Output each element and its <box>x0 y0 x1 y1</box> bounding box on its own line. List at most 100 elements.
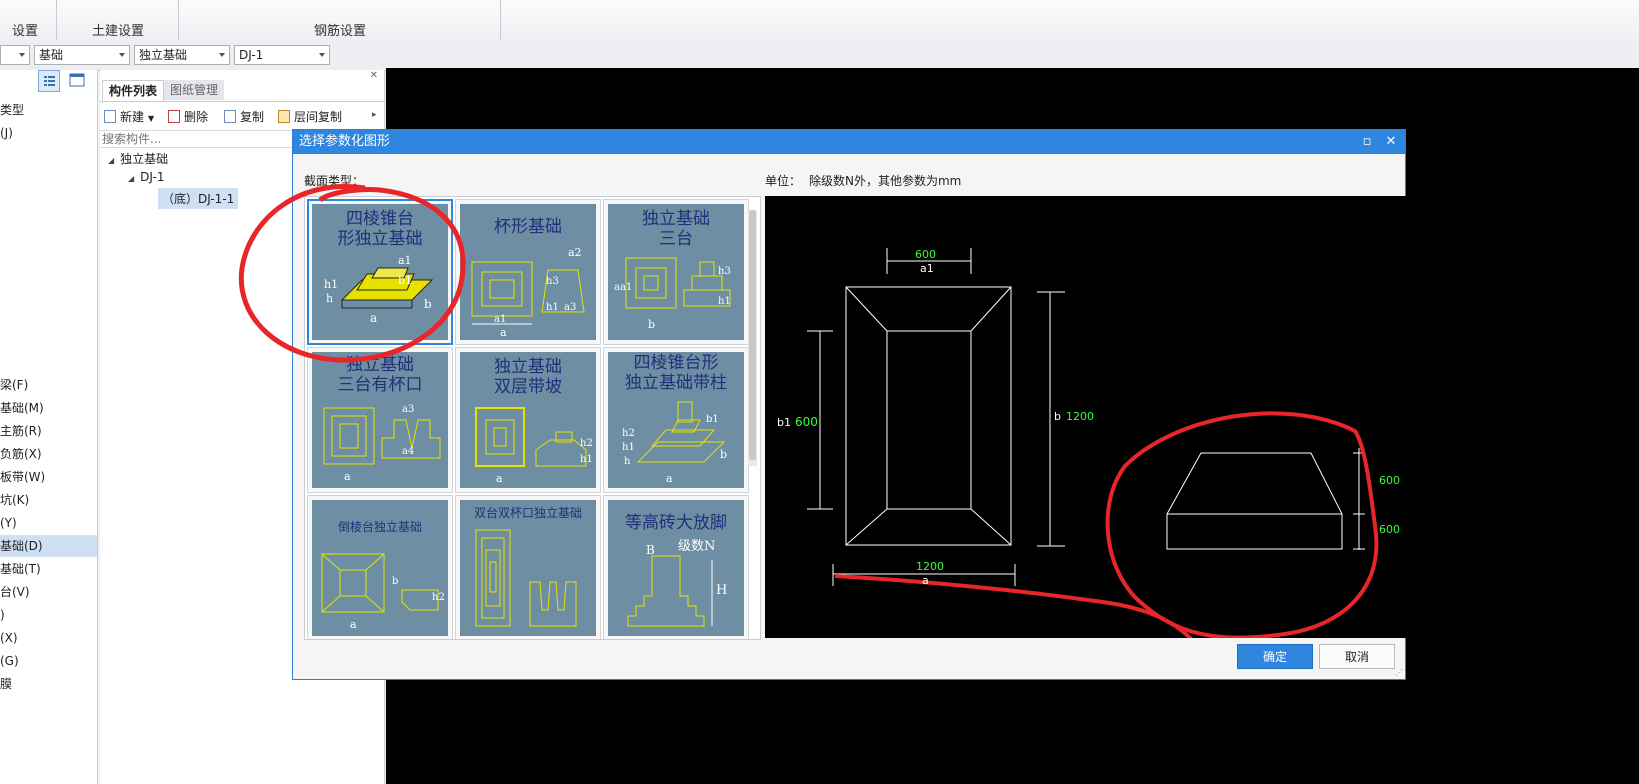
delete-button[interactable]: 删除 <box>168 107 208 127</box>
component-select[interactable]: DJ-1 <box>234 45 330 65</box>
svg-text:h2: h2 <box>622 428 635 439</box>
ribbon-group-settings[interactable]: 设置 <box>0 20 50 40</box>
nav-item[interactable]: 主筋(R) <box>0 420 42 442</box>
nav-item[interactable]: 类型 <box>0 99 24 121</box>
type-select[interactable]: 独立基础 <box>134 45 230 65</box>
category-select[interactable]: 基础 <box>34 45 130 65</box>
svg-text:B: B <box>646 543 655 557</box>
three-tier-footing-drawing: b aa1 h3 h1 <box>614 257 731 331</box>
ribbon-separator <box>56 0 57 40</box>
nav-item[interactable]: 负筋(X) <box>0 443 42 465</box>
tree-node-leaf-selected[interactable]: （底）DJ-1-1 <box>158 188 239 209</box>
tab-component-list[interactable]: 构件列表 <box>102 80 165 101</box>
floor-copy-button[interactable]: 层间复制 <box>278 107 342 127</box>
floor-select[interactable] <box>0 45 30 65</box>
divider <box>100 101 384 102</box>
cup-footing-drawing: a a2 h3 h1 a3 a1 <box>471 246 585 339</box>
delete-icon <box>168 110 180 123</box>
inverted-frustum-drawing: a b h2 <box>321 553 445 631</box>
nav-item[interactable]: (J) <box>0 122 13 144</box>
left-navigation: 类型 (J) 梁(F) 基础(M) 主筋(R) 负筋(X) 板带(W) 坑(K)… <box>0 70 98 784</box>
resize-grip-icon[interactable]: ⋰ <box>1395 668 1403 677</box>
nav-item[interactable]: ) <box>0 604 5 626</box>
component-select-value: DJ-1 <box>239 48 264 62</box>
floor-copy-icon <box>278 110 290 123</box>
brick-footing-drawing: B 级数N H <box>627 539 727 627</box>
shape-thumb-inverted-frustum[interactable]: 倒棱台独立基础 a b h2 <box>307 495 453 639</box>
close-icon[interactable]: ✕ <box>370 70 378 81</box>
floor-copy-button-label: 层间复制 <box>294 110 343 124</box>
shape-thumb-three-tier-footing[interactable]: 独立基础 三台 b aa1 h3 h1 <box>603 199 749 345</box>
nav-item[interactable]: 坑(K) <box>0 489 29 511</box>
svg-text:h3: h3 <box>718 266 731 277</box>
ok-button[interactable]: 确定 <box>1237 644 1313 669</box>
nav-item[interactable]: (X) <box>0 627 18 649</box>
tree-node-child[interactable]: ◢ DJ-1 <box>128 170 164 184</box>
shape-thumb-three-tier-cup-footing[interactable]: 独立基础 三台有杯口 a a3 a4 <box>307 347 453 493</box>
svg-text:h1: h1 <box>580 454 593 465</box>
nav-item[interactable]: (Y) <box>0 512 17 534</box>
thumb-title-line1: 双台双杯口独立基础 <box>473 506 582 520</box>
expand-triangle-icon: ◢ <box>128 174 135 183</box>
close-icon[interactable]: ✕ <box>1379 130 1403 154</box>
svg-text:a: a <box>500 326 507 339</box>
thumb-title-line1: 倒棱台独立基础 <box>337 520 422 534</box>
ribbon-group-civil-settings[interactable]: 土建设置 <box>60 20 176 40</box>
shape-thumb-double-cup[interactable]: 双台双杯口独立基础 <box>455 495 601 639</box>
tree-node-root[interactable]: ◢ 独立基础 <box>108 150 168 167</box>
window-view-icon[interactable] <box>68 72 86 88</box>
svg-text:h3: h3 <box>546 276 559 287</box>
h1-value: 600 <box>1379 474 1400 487</box>
nav-item[interactable]: 台(V) <box>0 581 30 603</box>
shape-thumb-pyramid-with-column[interactable]: 四棱锥台形 独立基础带柱 a b h2 h1 h b1 <box>603 347 749 493</box>
copy-button[interactable]: 复制 <box>224 107 264 127</box>
nav-item[interactable]: 梁(F) <box>0 374 28 396</box>
shape-thumb-double-slope-footing[interactable]: 独立基础 双层带坡 a h2 h1 <box>455 347 601 493</box>
nav-item[interactable]: 板带(W) <box>0 466 45 488</box>
svg-text:级数N: 级数N <box>678 539 715 554</box>
svg-text:b: b <box>392 576 398 587</box>
a1-value: 600 <box>915 248 936 261</box>
dialog-title-bar: 选择参数化图形 <box>293 130 1405 154</box>
grid-scrollbar-thumb[interactable] <box>749 210 756 460</box>
copy-icon <box>224 110 236 123</box>
selector-bar: 基础 独立基础 DJ-1 <box>0 40 1639 71</box>
new-button[interactable]: 新建 ▼ <box>104 107 154 127</box>
shape-thumb-image: 四棱锥台形 独立基础带柱 a b h2 h1 h b1 <box>608 352 744 488</box>
tree-node-child-label: DJ-1 <box>140 170 165 184</box>
more-icon[interactable]: ▸ <box>372 110 377 120</box>
svg-text:h: h <box>624 456 631 467</box>
ribbon-group-rebar-settings[interactable]: 钢筋设置 <box>180 20 500 40</box>
grid-scrollbar[interactable] <box>748 210 757 466</box>
shape-thumb-image: 独立基础 双层带坡 a h2 h1 <box>460 352 596 488</box>
nav-item[interactable]: (G) <box>0 650 19 672</box>
svg-text:a3: a3 <box>564 302 576 313</box>
nav-item-selected[interactable]: 基础(D) <box>0 535 97 557</box>
b1-value: 600 <box>795 415 818 429</box>
list-view-icon[interactable] <box>38 70 60 92</box>
shape-thumb-image: 双台双杯口独立基础 <box>460 500 596 636</box>
thumb-title-line1: 等高砖大放脚 <box>625 513 727 533</box>
new-button-label: 新建 <box>120 110 145 124</box>
expand-triangle-icon: ◢ <box>108 156 115 165</box>
unit-label: 单位： 除级数N外，其他参数为mm <box>765 172 961 189</box>
maximize-icon[interactable]: ▫ <box>1355 130 1379 154</box>
category-select-value: 基础 <box>39 48 64 62</box>
ribbon-separator <box>500 0 501 40</box>
nav-item[interactable]: 膜 <box>0 673 12 695</box>
chevron-down-icon <box>19 53 25 57</box>
nav-item[interactable]: 基础(M) <box>0 397 44 419</box>
thumb-title-line2: 三台有杯口 <box>337 375 423 395</box>
shape-thumb-brick-footing[interactable]: 等高砖大放脚 B 级数N H <box>603 495 749 639</box>
tab-drawing-management[interactable]: 图纸管理 <box>164 80 225 100</box>
nav-item[interactable]: 基础(T) <box>0 558 41 580</box>
svg-text:h1: h1 <box>622 442 635 453</box>
unit-label-prefix: 单位： <box>765 174 802 188</box>
shape-thumb-image: 倒棱台独立基础 a b h2 <box>312 500 448 636</box>
b-label: b <box>1054 410 1061 423</box>
thumb-title-line1: 杯形基础 <box>494 217 562 237</box>
double-slope-drawing: a h2 h1 <box>475 407 593 485</box>
cancel-button[interactable]: 取消 <box>1319 644 1395 669</box>
ribbon-separator <box>178 0 179 40</box>
svg-text:a: a <box>350 618 357 631</box>
